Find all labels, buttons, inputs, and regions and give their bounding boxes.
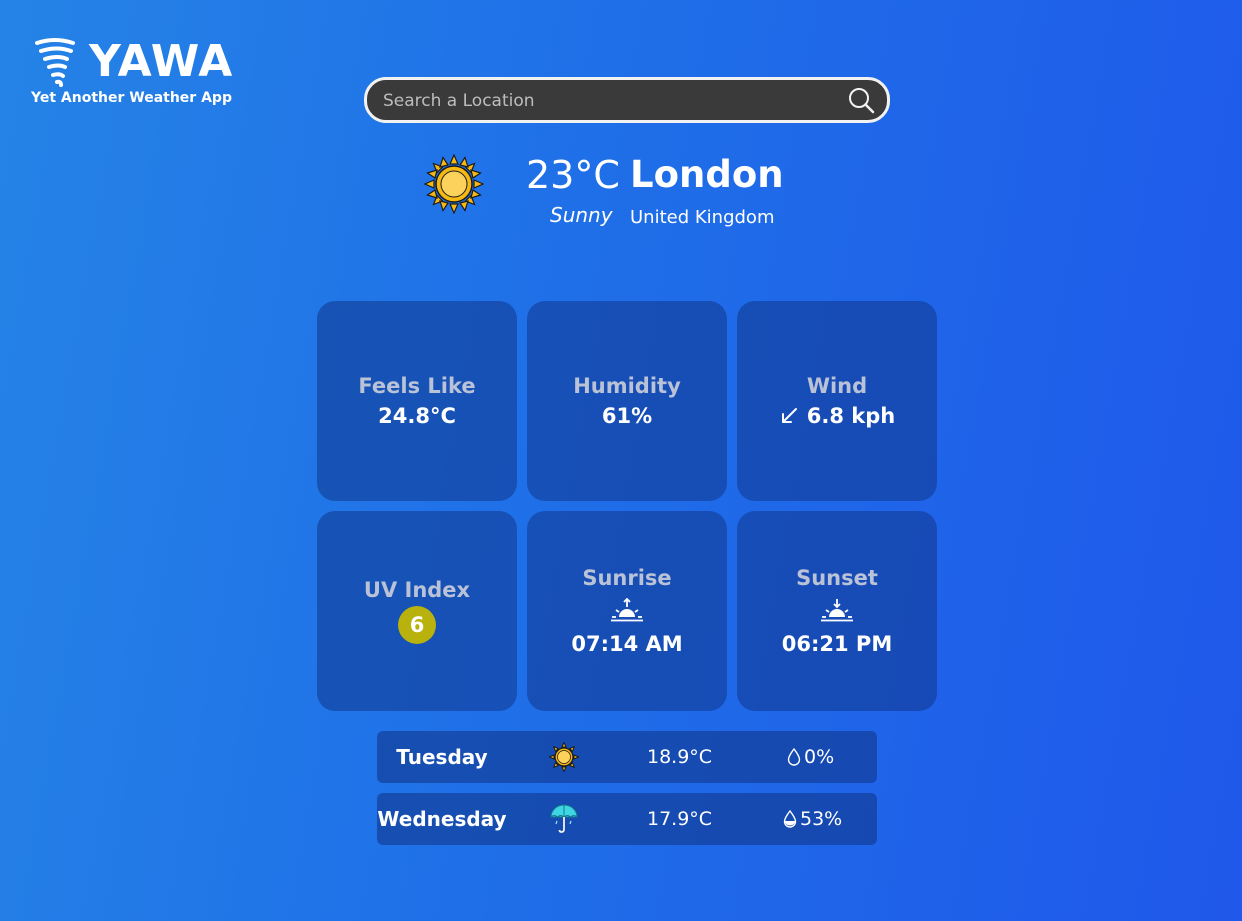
sunset-label: Sunset bbox=[796, 566, 878, 590]
sunrise-icon bbox=[611, 598, 643, 622]
sun-icon bbox=[549, 742, 579, 772]
forecast-row: Wednesday 17.9°C 53% bbox=[377, 793, 877, 845]
forecast-rain-value: 53% bbox=[800, 808, 843, 830]
sunset-value: 06:21 PM bbox=[781, 632, 893, 656]
app-tagline: Yet Another Weather App bbox=[31, 90, 232, 106]
forecast-rain: 0% bbox=[787, 731, 834, 783]
app-name: YAWA bbox=[89, 36, 234, 87]
current-temperature: 23°C bbox=[526, 153, 620, 197]
brand-row: YAWA bbox=[31, 36, 233, 88]
sunset-tile: Sunset 06:21 PM bbox=[737, 511, 937, 711]
current-city: London bbox=[630, 153, 784, 196]
sunrise-tile: Sunrise 07:14 AM bbox=[527, 511, 727, 711]
brand: YAWA Yet Another Weather App bbox=[31, 36, 233, 106]
forecast-row: Tuesday 18.9°C 0% bbox=[377, 731, 877, 783]
uv-index-tile: UV Index 6 bbox=[317, 511, 517, 711]
forecast-day: Tuesday bbox=[396, 745, 488, 769]
umbrella-icon bbox=[550, 804, 578, 833]
search-input[interactable] bbox=[381, 80, 835, 122]
search-bar[interactable] bbox=[364, 77, 890, 123]
sunrise-value: 07:14 AM bbox=[571, 632, 683, 656]
sunrise-label: Sunrise bbox=[582, 566, 672, 590]
tornado-icon bbox=[35, 38, 75, 87]
forecast-rain: 53% bbox=[783, 793, 842, 845]
current-country: United Kingdom bbox=[630, 207, 775, 228]
feels-like-label: Feels Like bbox=[358, 374, 476, 398]
forecast-temperature: 17.9°C bbox=[647, 808, 713, 830]
forecast-day: Wednesday bbox=[377, 807, 507, 831]
wind-tile: Wind 6.8 kph bbox=[737, 301, 937, 501]
feels-like-tile: Feels Like 24.8°C bbox=[317, 301, 517, 501]
wind-value-row: 6.8 kph bbox=[779, 404, 895, 428]
humidity-tile: Humidity 61% bbox=[527, 301, 727, 501]
sun-icon bbox=[424, 154, 484, 214]
humidity-value: 61% bbox=[601, 404, 653, 428]
current-condition: Sunny bbox=[550, 203, 613, 227]
drop-half-icon bbox=[783, 810, 797, 828]
drop-outline-icon bbox=[787, 748, 801, 766]
arrow-down-left-icon bbox=[781, 408, 797, 423]
humidity-label: Humidity bbox=[573, 374, 681, 398]
sunset-icon bbox=[821, 599, 853, 622]
search-icon[interactable] bbox=[847, 86, 875, 114]
uv-index-label: UV Index bbox=[363, 578, 471, 602]
wind-label: Wind bbox=[806, 374, 868, 398]
uv-index-badge: 6 bbox=[398, 606, 436, 644]
forecast-rain-value: 0% bbox=[804, 746, 835, 768]
wind-value: 6.8 kph bbox=[806, 404, 896, 428]
feels-like-value: 24.8°C bbox=[378, 404, 456, 428]
forecast-temperature: 18.9°C bbox=[647, 746, 713, 768]
